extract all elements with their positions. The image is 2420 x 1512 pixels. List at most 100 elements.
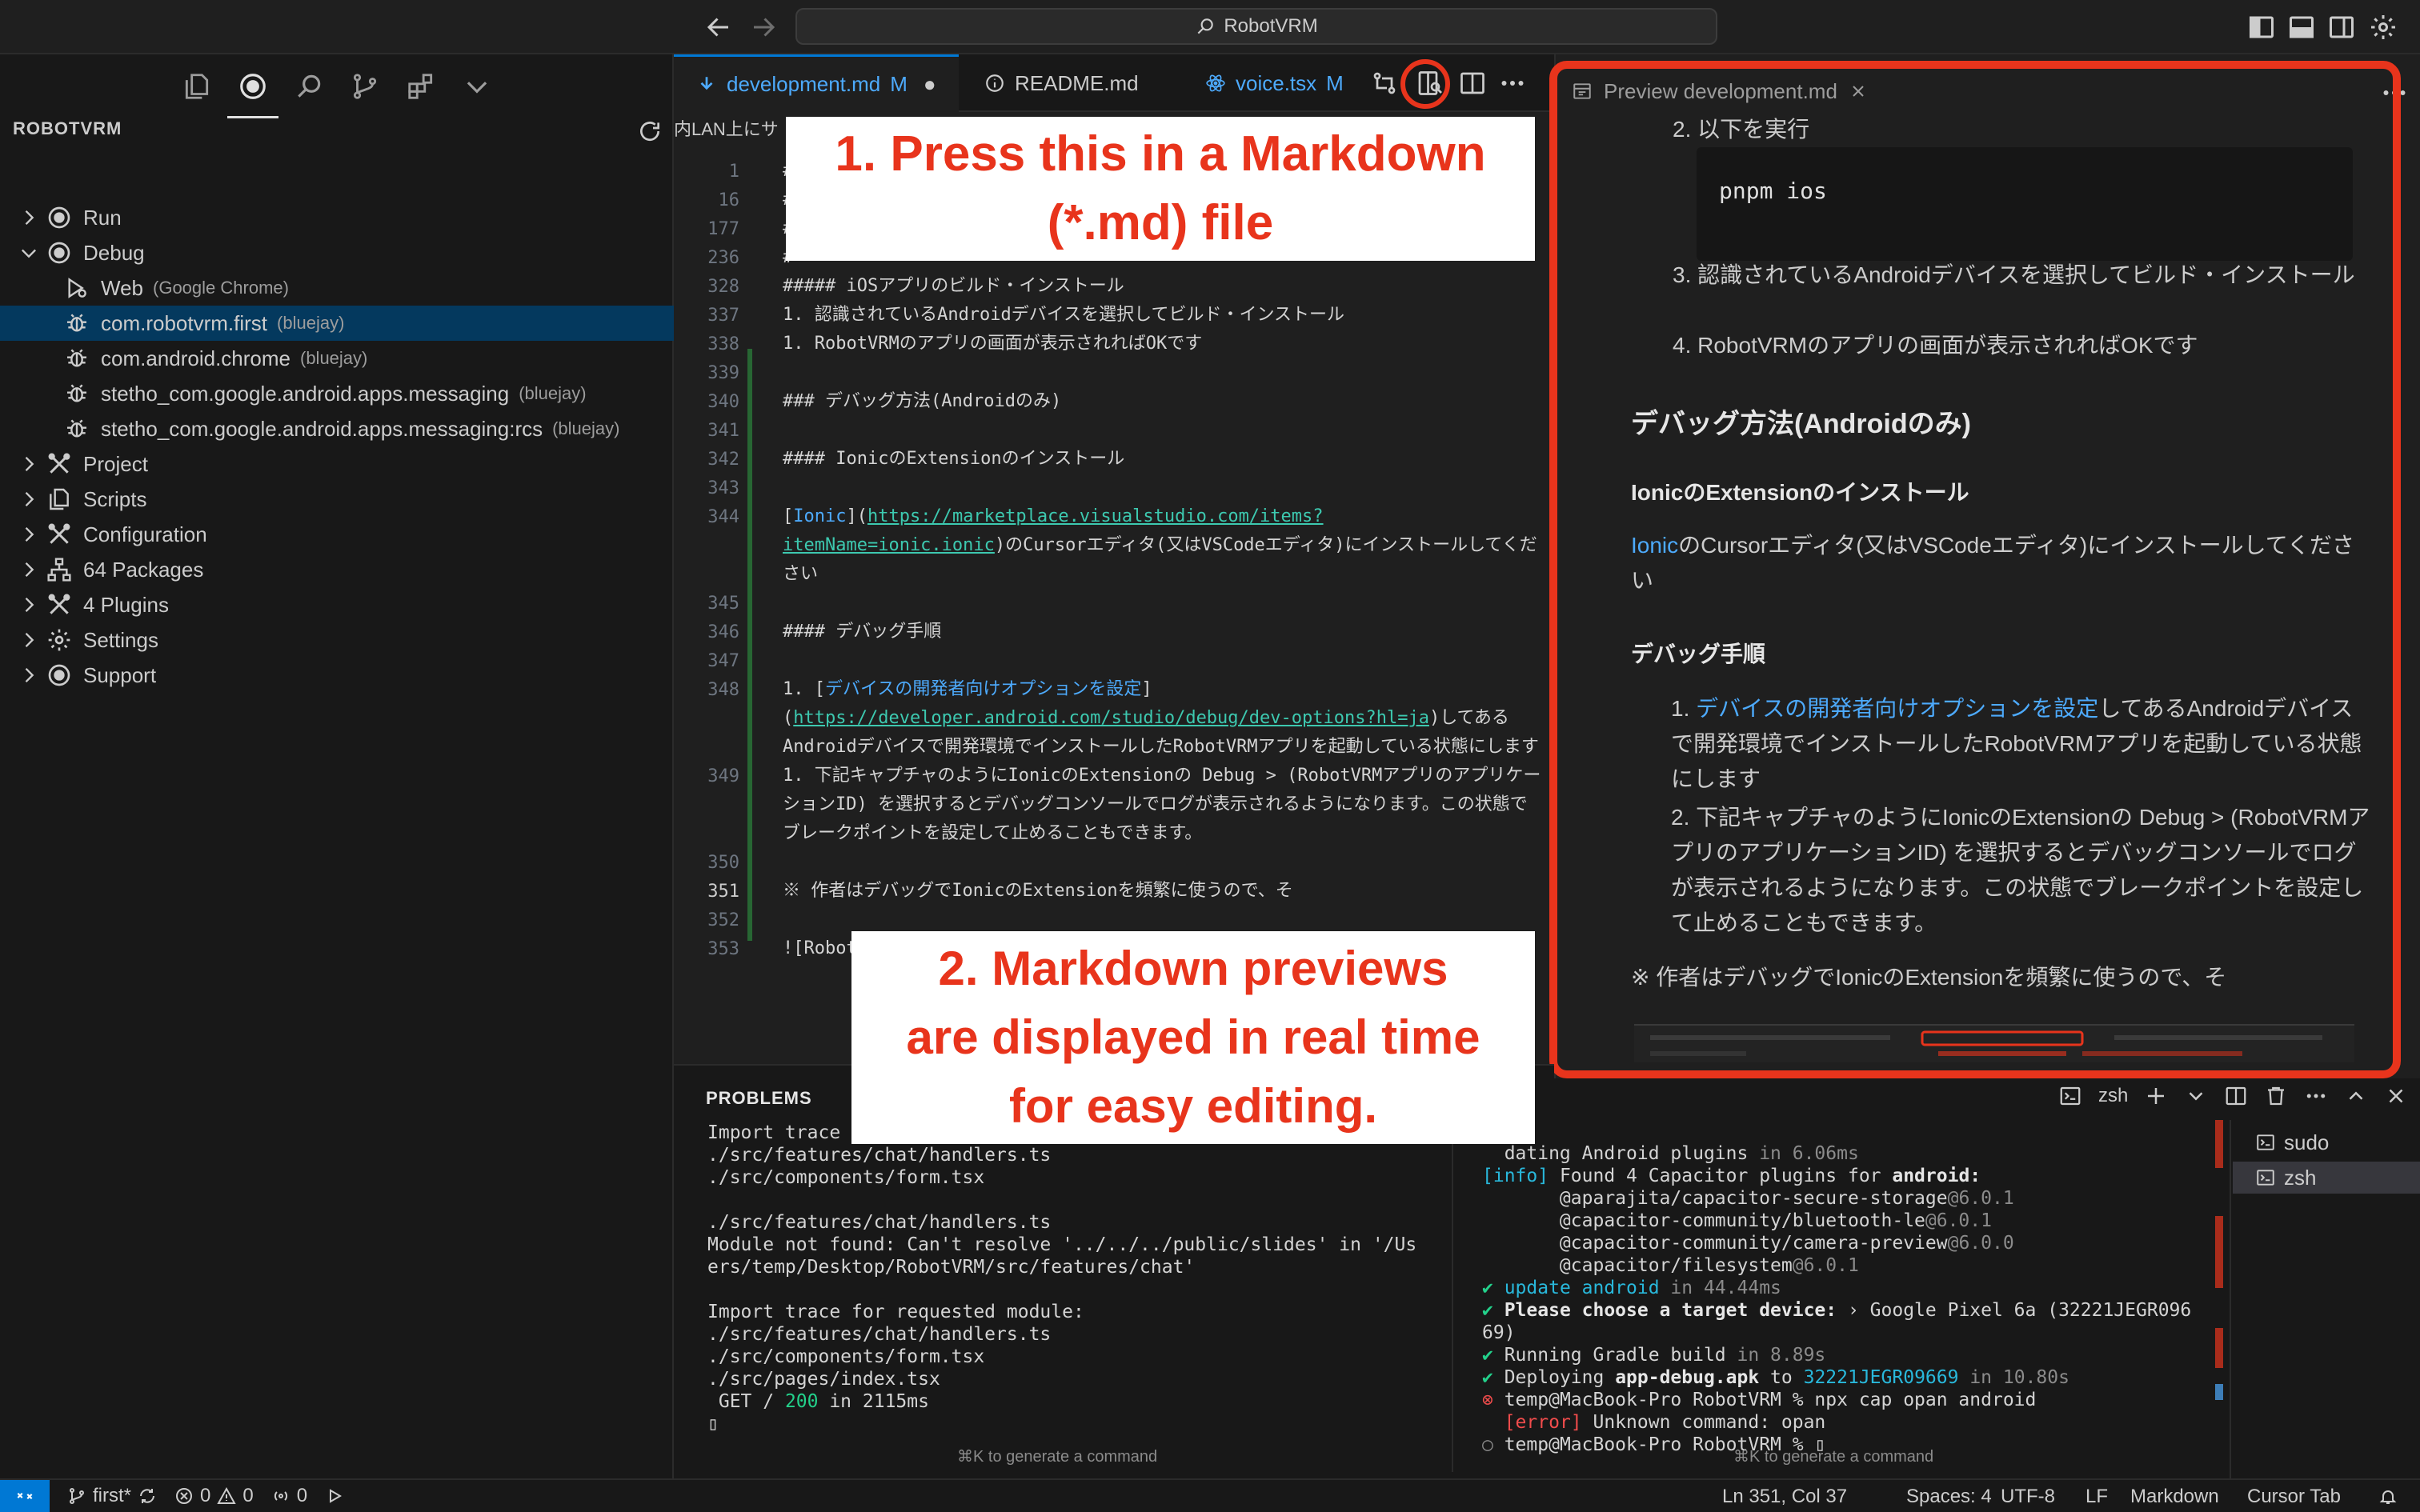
preview-heading: デバッグ方法(Androidのみ) [1631,409,1971,439]
more-actions-icon[interactable] [2304,1084,2328,1108]
end-of-line[interactable]: LF [2085,1480,2108,1512]
preview-list-item: 2. 以下を実行 [1673,117,1810,142]
cursor-tab[interactable]: Cursor Tab [2247,1480,2341,1512]
add-terminal-icon[interactable] [2144,1084,2168,1108]
tab-problems[interactable]: PROBLEMS [706,1088,812,1109]
layout-panel-icon[interactable] [2287,13,2316,42]
chevron-right-icon[interactable] [18,594,40,616]
chevron-right-icon[interactable] [18,206,40,229]
branch-indicator[interactable]: first* [67,1485,157,1507]
cursor-position[interactable]: Ln 351, Col 37 [1722,1480,1847,1512]
tools-icon [46,522,72,547]
search-icon[interactable] [291,69,327,104]
tab-readme-md[interactable]: README.md [962,54,1178,112]
command-center[interactable]: RobotVRM [795,8,1717,45]
chevron-right-icon[interactable] [18,558,40,581]
terminal-line: ✔ update android in 44.44ms [1482,1278,1781,1298]
more-actions-icon[interactable] [1498,69,1527,98]
close-icon[interactable] [1849,82,1868,101]
run-debug-icon[interactable] [227,69,278,118]
terminal-output-right[interactable]: dating Android plugins in 6.06ms [info] F… [1482,1142,2191,1456]
sidebar-item-4-plugins[interactable]: 4 Plugins [0,587,674,622]
sidebar-item-label: Support [83,662,157,687]
line-number: 343 [707,478,739,498]
terminal-line: @capacitor-community/bluetooth-le@6.0.1 [1482,1210,1992,1231]
notifications-bell-icon[interactable] [2378,1480,2399,1512]
remote-indicator-icon[interactable] [0,1480,50,1512]
sidebar-item-description: (bluejay) [277,313,345,333]
sidebar-item-support[interactable]: Support [0,658,674,693]
split-terminal-icon[interactable] [2224,1084,2248,1108]
chevron-right-icon[interactable] [18,488,40,510]
sidebar-item-configuration[interactable]: Configuration [0,517,674,552]
chevron-right-icon[interactable] [18,664,40,686]
code-line: [Ionic](https://marketplace.visualstudio… [783,506,1537,584]
sidebar-item-web[interactable]: Web (Google Chrome) [0,270,674,306]
tab-voice-tsx[interactable]: voice.tsx M [1183,54,1375,112]
sidebar-item-label: 64 Packages [83,557,204,582]
language-mode[interactable]: Markdown [2130,1480,2219,1512]
arrow-left-icon[interactable] [704,13,733,42]
chevron-right-icon[interactable] [18,523,40,546]
terminal-shell-label[interactable]: zsh [2098,1085,2128,1107]
terminal-line: 69) [1482,1322,1516,1343]
terminal-split-divider[interactable] [1452,1120,1453,1472]
sidebar-item-run[interactable]: Run [0,200,674,235]
open-changes-icon[interactable] [1370,69,1399,98]
close-icon[interactable] [2384,1084,2408,1108]
ports-indicator[interactable]: 0 [271,1485,307,1507]
sidebar-item-com-robotvrm-first[interactable]: com.robotvrm.first (bluejay) [0,306,674,341]
sidebar-item-stetho-com-google-android-apps-messaging-rcs[interactable]: stetho_com.google.android.apps.messaging… [0,411,674,446]
code-link[interactable]: https://developer.android.com/studio/deb… [793,708,1429,728]
chevron-down-icon[interactable] [18,242,40,264]
tab-modified-dot[interactable]: ● [924,72,936,97]
sidebar-item-debug[interactable]: Debug [0,235,674,270]
maximize-panel-icon[interactable] [2344,1084,2368,1108]
chevron-down-icon[interactable] [459,69,495,104]
sidebar-item-64-packages[interactable]: 64 Packages [0,552,674,587]
terminal-hint: ⌘K to generate a command [1733,1448,1934,1466]
search-icon [1195,16,1216,37]
debug-launch-icon[interactable] [325,1486,344,1506]
terminal-hint: ⌘K to generate a command [957,1448,1158,1466]
terminal-output-left[interactable]: Import trace ./src/features/chat/handlers… [707,1122,1416,1435]
chevron-right-icon[interactable] [18,629,40,651]
layout-sidebar-left-icon[interactable] [2247,13,2276,42]
extensions-icon[interactable] [403,69,439,104]
terminal-list-item-zsh[interactable]: zsh [2233,1162,2420,1194]
react-icon [1205,73,1226,94]
sidebar-item-com-android-chrome[interactable]: com.android.chrome (bluejay) [0,341,674,376]
terminal-list-item-sudo[interactable]: sudo [2255,1126,2329,1158]
sidebar-item-project[interactable]: Project [0,446,674,482]
layout-sidebar-right-icon[interactable] [2327,13,2356,42]
branch-icon [67,1486,86,1506]
preview-paragraph: IonicのCursorエディタ(又はVSCodeエディタ)にインストールしてく… [1631,533,2354,593]
sidebar-item-scripts[interactable]: Scripts [0,482,674,517]
split-editor-icon[interactable] [1458,69,1487,98]
sync-icon[interactable] [138,1486,157,1506]
more-actions-icon[interactable] [2380,78,2409,107]
tab-preview-development-md[interactable]: Preview development.md [1572,67,1868,115]
debug-circle-icon [46,240,72,266]
line-number: 338 [707,334,739,354]
arrow-right-icon[interactable] [749,13,778,42]
chevron-right-icon[interactable] [18,453,40,475]
trash-icon[interactable] [2264,1084,2288,1108]
refresh-icon[interactable] [637,118,663,144]
bug-icon [64,346,90,371]
files-icon[interactable] [179,69,214,104]
dev-options-link[interactable]: デバイスの開発者向けオプションを設定 [1696,696,2098,721]
chevron-down-icon[interactable] [2184,1084,2208,1108]
tab-development-md[interactable]: development.md M ● [674,54,959,112]
code-line: 1. [デバイスの開発者向けオプションを設定](https://develope… [783,679,1539,757]
sidebar-item-stetho-com-google-android-apps-messaging[interactable]: stetho_com.google.android.apps.messaging… [0,376,674,411]
sidebar-item-settings[interactable]: Settings [0,622,674,658]
encoding[interactable]: UTF-8 [2001,1480,2055,1512]
ionic-link[interactable]: Ionic [1631,533,1678,558]
source-control-icon[interactable] [347,69,383,104]
problems-indicator[interactable]: 0 0 [174,1485,254,1507]
settings-gear-icon[interactable] [2369,13,2398,42]
terminal-line: ers/temp/Desktop/RobotVRM/src/features/c… [707,1257,1196,1278]
indentation[interactable]: Spaces: 4 [1906,1480,1992,1512]
